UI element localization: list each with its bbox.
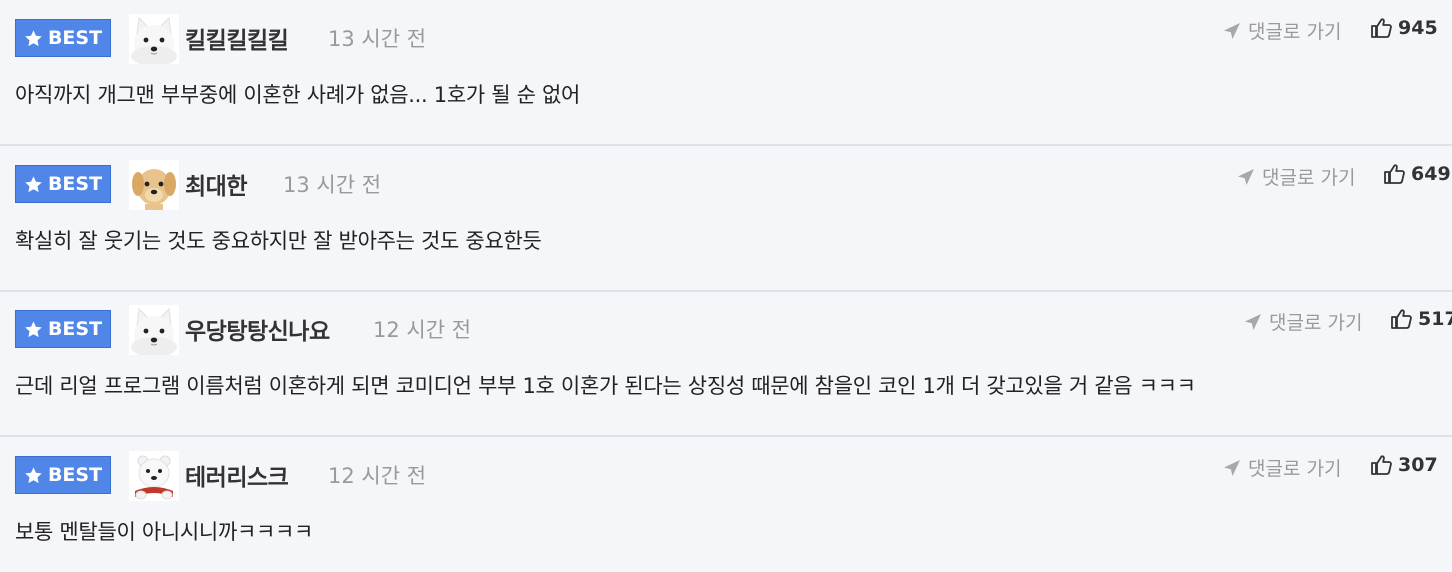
timestamp: 12 시간 전 bbox=[373, 318, 472, 342]
like-button[interactable]: 649 bbox=[1383, 163, 1451, 185]
send-arrow-icon bbox=[1236, 167, 1256, 187]
avatar bbox=[129, 305, 179, 355]
best-comments-list: BEST 킬킬킬킬킬 13 시간 전 댓글로 가기 945 아직까지 개그맨 부… bbox=[0, 0, 1452, 572]
like-button[interactable]: 945 bbox=[1370, 17, 1438, 39]
thumbs-up-icon bbox=[1383, 163, 1405, 185]
like-count: 307 bbox=[1398, 454, 1438, 476]
like-count: 945 bbox=[1398, 17, 1438, 39]
timestamp: 13 시간 전 bbox=[328, 27, 427, 51]
best-badge: BEST bbox=[15, 456, 111, 494]
username[interactable]: 킬킬킬킬킬 bbox=[185, 21, 289, 55]
username[interactable]: 우당탕탕신나요 bbox=[185, 312, 330, 346]
best-badge: BEST bbox=[15, 19, 111, 57]
go-to-reply-button[interactable]: 댓글로 가기 bbox=[1222, 17, 1341, 44]
avatar bbox=[129, 14, 179, 64]
timestamp: 13 시간 전 bbox=[283, 173, 382, 197]
timestamp: 12 시간 전 bbox=[328, 464, 427, 488]
best-badge-label: BEST bbox=[47, 173, 103, 195]
comment-item: BEST 최대한 13 시간 전 댓글로 가기 649 확실히 잘 웃기는 것도… bbox=[0, 146, 1452, 292]
avatar bbox=[129, 451, 179, 501]
thumbs-up-icon bbox=[1370, 17, 1392, 39]
avatar bbox=[129, 160, 179, 210]
like-count: 649 bbox=[1411, 163, 1451, 185]
best-badge-label: BEST bbox=[47, 27, 103, 49]
like-button[interactable]: 307 bbox=[1370, 454, 1438, 476]
comment-item: BEST 우당탕탕신나요 12 시간 전 댓글로 가기 517 근데 리얼 프로… bbox=[0, 291, 1452, 437]
comment-text: 보통 멘탈들이 아니시니까ㅋㅋㅋㅋ bbox=[15, 520, 314, 544]
like-count: 517 bbox=[1418, 308, 1452, 330]
comment-item: BEST 킬킬킬킬킬 13 시간 전 댓글로 가기 945 아직까지 개그맨 부… bbox=[0, 0, 1452, 146]
go-to-reply-label: 댓글로 가기 bbox=[1248, 21, 1342, 43]
like-button[interactable]: 517 bbox=[1390, 308, 1452, 330]
best-badge-label: BEST bbox=[47, 464, 103, 486]
go-to-reply-label: 댓글로 가기 bbox=[1248, 458, 1342, 480]
send-arrow-icon bbox=[1222, 21, 1242, 41]
thumbs-up-icon bbox=[1370, 454, 1392, 476]
star-icon bbox=[24, 466, 43, 485]
best-badge: BEST bbox=[15, 310, 111, 348]
username[interactable]: 테러리스크 bbox=[185, 458, 289, 492]
comment-item: BEST 테러리스크 12 시간 전 댓글로 가기 307 보통 멘탈들이 아니… bbox=[0, 437, 1452, 572]
go-to-reply-label: 댓글로 가기 bbox=[1262, 167, 1356, 189]
comment-text: 확실히 잘 웃기는 것도 중요하지만 잘 받아주는 것도 중요한듯 bbox=[15, 229, 542, 253]
go-to-reply-button[interactable]: 댓글로 가기 bbox=[1243, 308, 1362, 335]
comment-text: 근데 리얼 프로그램 이름처럼 이혼하게 되면 코미디언 부부 1호 이혼가 된… bbox=[15, 374, 1196, 398]
star-icon bbox=[24, 29, 43, 48]
comment-text: 아직까지 개그맨 부부중에 이혼한 사례가 없음... 1호가 될 순 없어 bbox=[15, 83, 581, 107]
star-icon bbox=[24, 320, 43, 339]
best-badge: BEST bbox=[15, 165, 111, 203]
go-to-reply-label: 댓글로 가기 bbox=[1269, 312, 1363, 334]
go-to-reply-button[interactable]: 댓글로 가기 bbox=[1236, 163, 1355, 190]
send-arrow-icon bbox=[1222, 458, 1242, 478]
username[interactable]: 최대한 bbox=[185, 167, 247, 201]
best-badge-label: BEST bbox=[47, 318, 103, 340]
thumbs-up-icon bbox=[1390, 308, 1412, 330]
go-to-reply-button[interactable]: 댓글로 가기 bbox=[1222, 454, 1341, 481]
star-icon bbox=[24, 175, 43, 194]
send-arrow-icon bbox=[1243, 312, 1263, 332]
